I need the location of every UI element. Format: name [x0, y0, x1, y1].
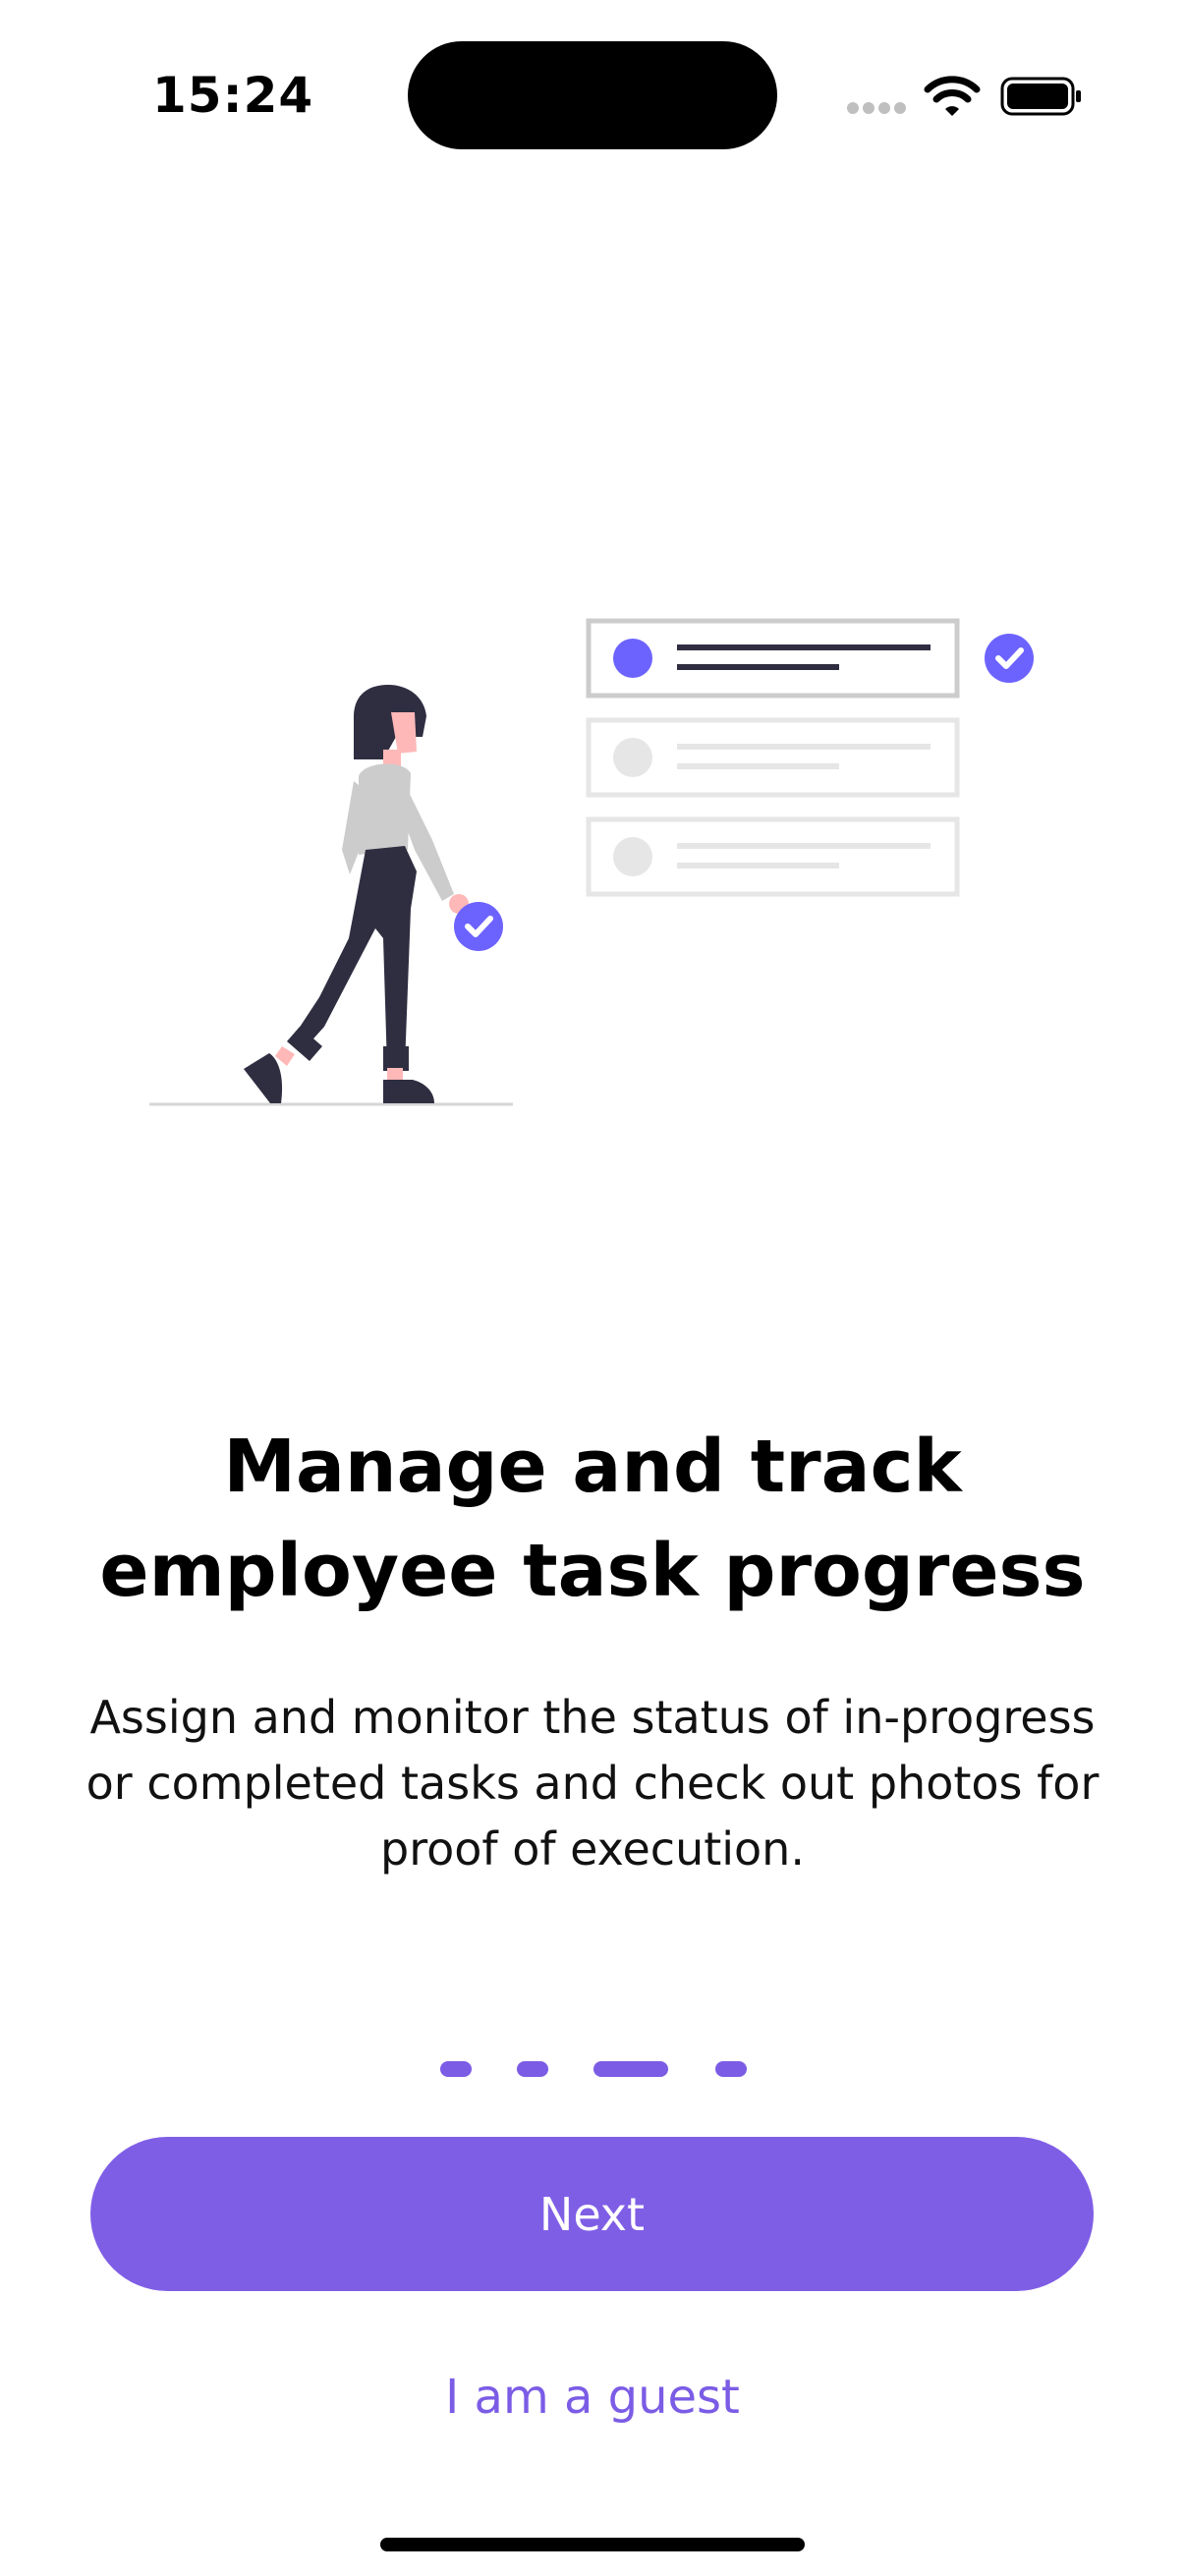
status-time: 15:24	[152, 67, 314, 124]
battery-icon	[1000, 77, 1081, 116]
description-line: proof of execution.	[380, 1822, 805, 1876]
next-button[interactable]: Next	[90, 2137, 1094, 2291]
page-dot-3-active[interactable]	[593, 2061, 668, 2077]
task-card-pending-2	[586, 816, 960, 897]
dynamic-island	[408, 41, 777, 149]
page-dot-1[interactable]	[440, 2061, 472, 2077]
description-line: Assign and monitor the status of in-prog…	[89, 1691, 1096, 1744]
page-title: Manage and track employee task progress	[59, 1415, 1126, 1623]
page-indicator	[440, 2061, 747, 2077]
onboarding-screen: 15:24 Manage and track employee task pro…	[0, 0, 1185, 2576]
home-indicator[interactable]	[380, 2538, 805, 2551]
woman-figure	[244, 685, 503, 1103]
check-badge-icon	[985, 634, 1034, 683]
title-line: Manage and track	[223, 1425, 962, 1509]
task-card-pending-1	[586, 717, 960, 798]
page-dot-4[interactable]	[715, 2061, 747, 2077]
task-progress-illustration	[149, 618, 1034, 1106]
title-line: employee task progress	[99, 1529, 1086, 1613]
description-line: or completed tasks and check out photos …	[85, 1757, 1100, 1810]
task-card-completed	[586, 618, 960, 699]
page-description: Assign and monitor the status of in-prog…	[49, 1685, 1136, 1882]
guest-link[interactable]: I am a guest	[295, 2363, 890, 2432]
page-dot-2[interactable]	[517, 2061, 548, 2077]
wifi-icon	[924, 76, 981, 116]
cellular-signal-icon	[847, 102, 908, 116]
